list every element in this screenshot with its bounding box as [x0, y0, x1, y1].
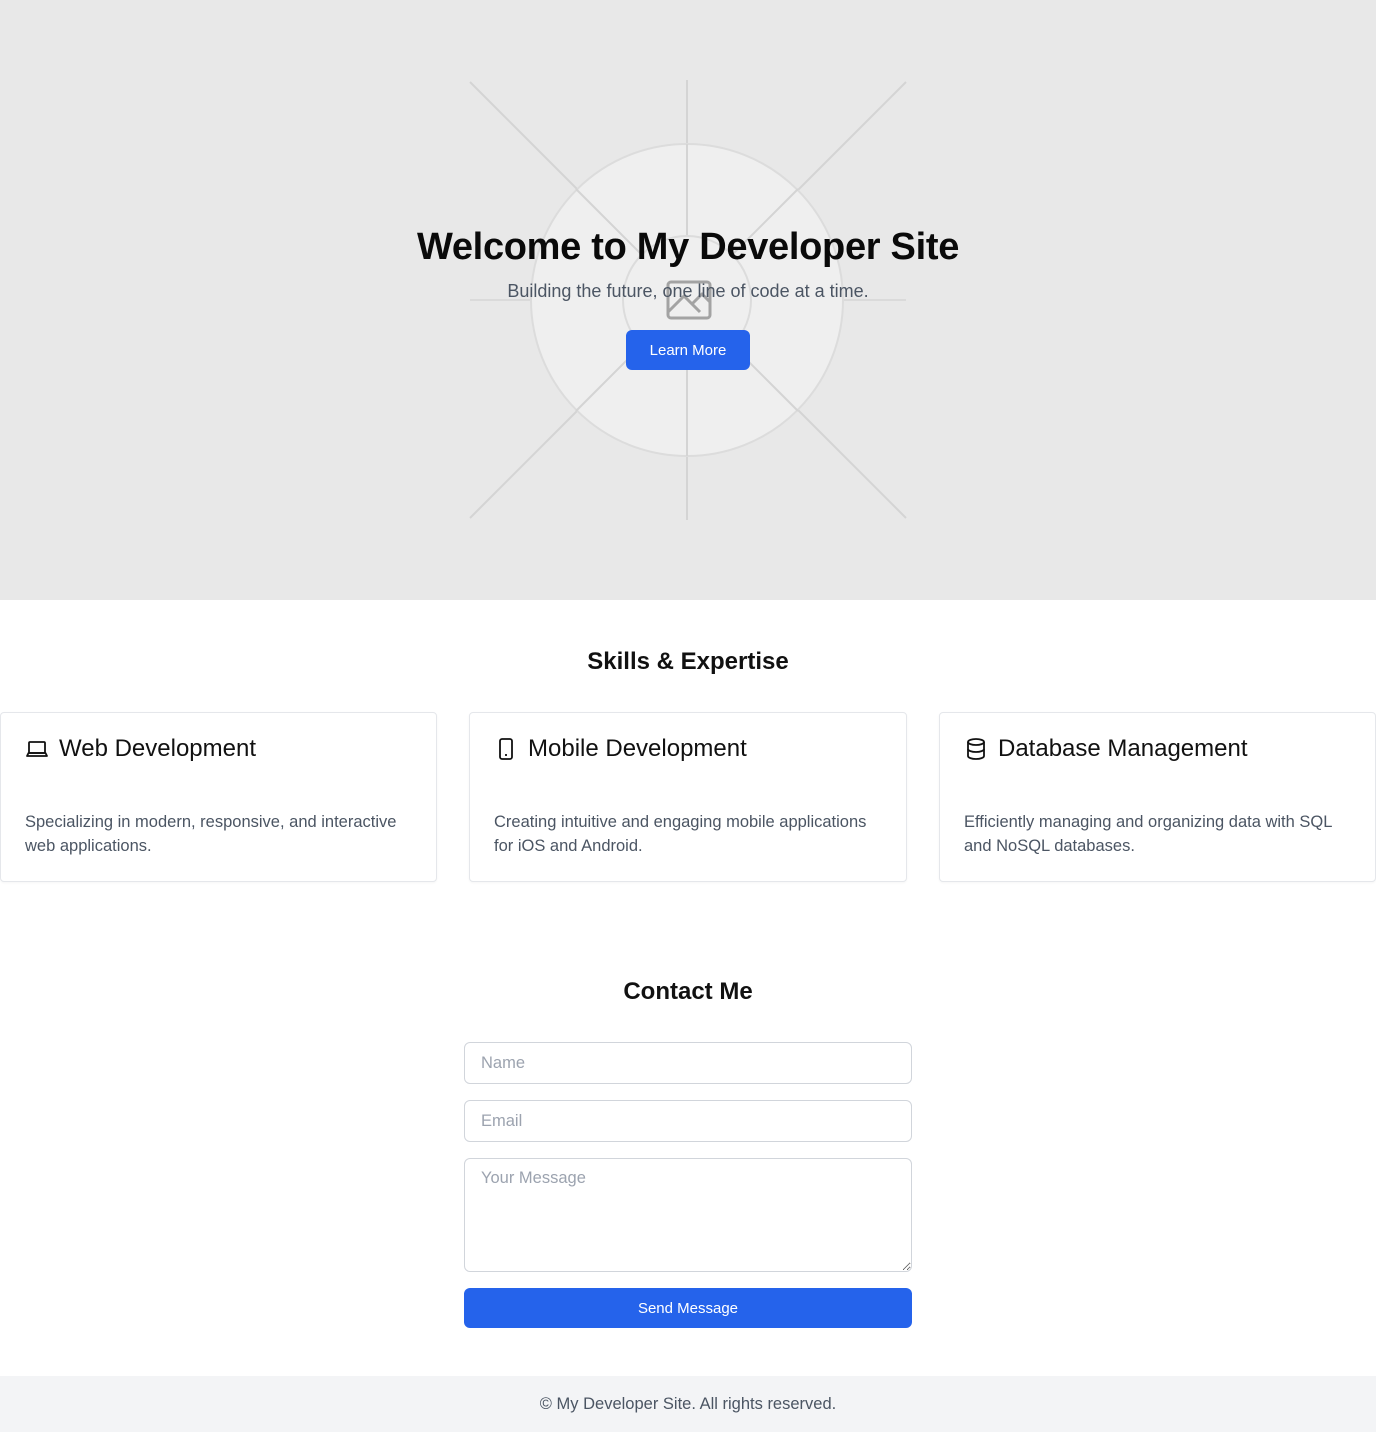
- footer-copyright: © My Developer Site. All rights reserved…: [539, 1394, 837, 1413]
- skill-title: Mobile Development: [528, 735, 747, 762]
- skill-description: Efficiently managing and organizing data…: [964, 813, 1332, 855]
- skill-title: Database Management: [998, 735, 1248, 762]
- laptop-icon: [25, 737, 49, 761]
- skill-description: Specializing in modern, responsive, and …: [25, 813, 397, 855]
- skill-title: Web Development: [59, 735, 256, 762]
- learn-more-button[interactable]: Learn More: [626, 330, 750, 370]
- name-input[interactable]: [464, 1042, 912, 1084]
- mobile-icon: [494, 737, 518, 761]
- hero-subtitle: Building the future, one line of code at…: [507, 281, 869, 301]
- skill-description: Creating intuitive and engaging mobile a…: [494, 813, 867, 855]
- skill-card-mobile-development: Mobile Development Creating intuitive an…: [469, 712, 907, 882]
- message-textarea[interactable]: [464, 1158, 912, 1272]
- send-message-button[interactable]: Send Message: [464, 1288, 912, 1328]
- footer: © My Developer Site. All rights reserved…: [0, 1376, 1376, 1432]
- hero-title: Welcome to My Developer Site: [416, 226, 960, 268]
- skill-card-database-management: Database Management Efficiently managing…: [939, 712, 1376, 882]
- skills-heading: Skills & Expertise: [587, 648, 789, 675]
- email-input[interactable]: [464, 1100, 912, 1142]
- hero-section: Welcome to My Developer Site Building th…: [0, 0, 1376, 600]
- skill-card-web-development: Web Development Specializing in modern, …: [0, 712, 437, 882]
- contact-heading: Contact Me: [623, 978, 753, 1005]
- database-icon: [964, 737, 988, 761]
